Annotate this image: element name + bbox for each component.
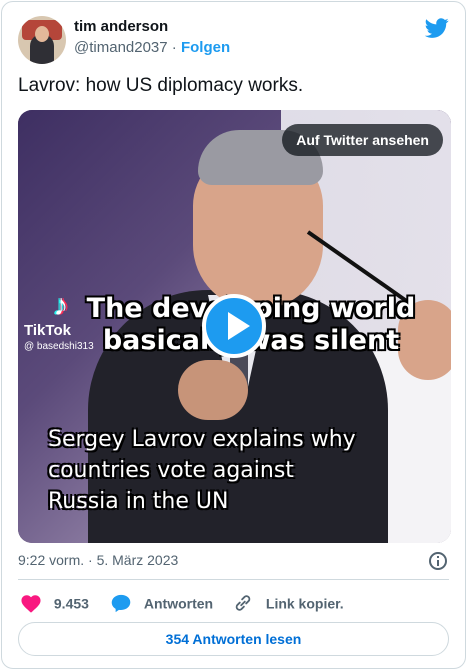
caption-line: Sergey Lavrov explains why (48, 427, 356, 452)
author-info: tim anderson @timand2037 · Folgen (74, 18, 230, 58)
play-icon[interactable] (202, 294, 266, 358)
video-caption-bottom: Sergey Lavrov explains why countries vot… (48, 424, 428, 517)
handle[interactable]: @timand2037 (74, 39, 168, 56)
copy-link-label: Link kopier. (265, 595, 344, 612)
copy-link-button[interactable]: Link kopier. (232, 592, 344, 614)
tiktok-logo-icon: ♪ (53, 289, 69, 322)
like-count: 9.453 (53, 595, 89, 612)
divider (18, 579, 449, 580)
caption-line: Russia in the UN (48, 489, 229, 514)
tweet-header: tim anderson @timand2037 · Folgen (18, 14, 449, 64)
action-bar: 9.453 Antworten Link kopier. (18, 592, 449, 614)
heart-icon (21, 595, 41, 613)
video-media[interactable]: ♪ TikTok @ basedshi313 The developing wo… (18, 110, 451, 543)
display-name[interactable]: tim anderson (74, 18, 230, 36)
reply-label: Antworten (143, 595, 214, 612)
avatar[interactable] (18, 16, 66, 64)
caption-line: countries vote against (48, 458, 294, 483)
tweet-card: tim anderson @timand2037 · Folgen Lavrov… (1, 1, 466, 669)
view-on-twitter-button[interactable]: Auf Twitter ansehen (282, 124, 443, 156)
handle-row: @timand2037 · Folgen (74, 38, 230, 58)
tweet-text: Lavrov: how US diplomacy works. (18, 75, 304, 96)
read-replies-button[interactable]: 354 Antworten lesen (18, 622, 449, 656)
tweet-timestamp[interactable]: 9:22 vorm. · 5. März 2023 (18, 550, 178, 570)
link-icon (235, 595, 251, 611)
like-button[interactable]: 9.453 (20, 592, 89, 614)
twitter-bird-icon[interactable] (425, 16, 449, 40)
follow-button[interactable]: Folgen (181, 39, 230, 56)
reply-button[interactable]: Antworten (110, 592, 213, 614)
info-icon[interactable] (429, 552, 447, 570)
reply-bubble-icon (111, 595, 131, 613)
separator: · (171, 39, 177, 56)
